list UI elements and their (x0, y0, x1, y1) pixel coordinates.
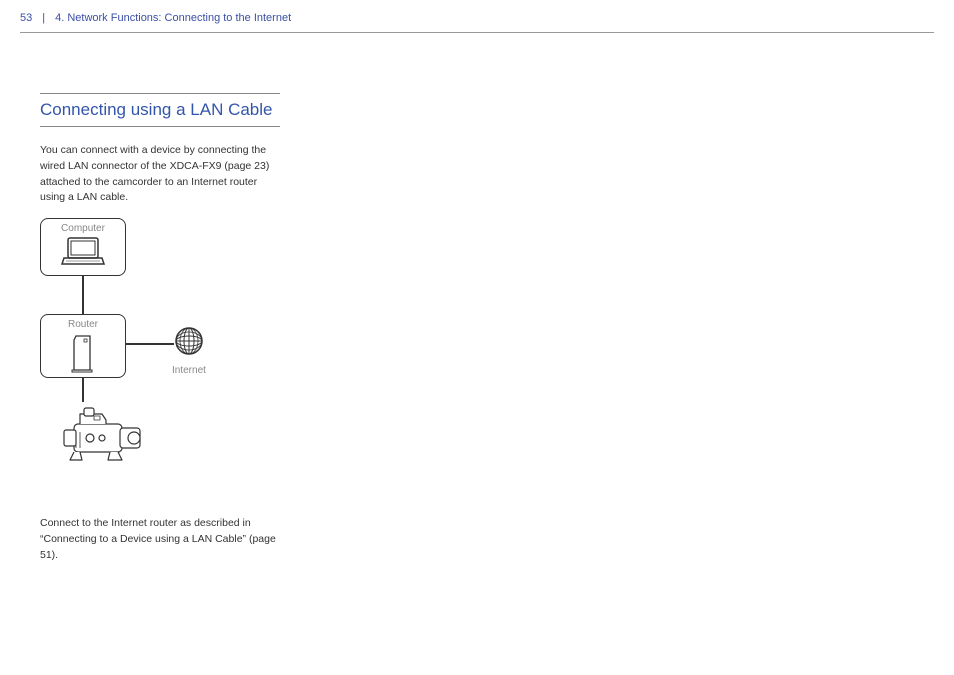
computer-box: Computer (40, 218, 126, 276)
router-label: Router (41, 319, 125, 330)
connector-line (126, 343, 174, 345)
outro-paragraph: Connect to the Internet router as descri… (40, 516, 280, 563)
section-title: Connecting using a LAN Cable (40, 93, 280, 127)
connector-line (82, 378, 84, 402)
connection-diagram: Computer Router (40, 218, 280, 508)
page-header: 53 | 4. Network Functions: Connecting to… (0, 0, 954, 32)
page-number: 53 (20, 12, 32, 24)
globe-icon (174, 326, 204, 356)
content-column: Connecting using a LAN Cable You can con… (0, 33, 280, 563)
laptop-icon (60, 236, 106, 268)
internet-node: Internet (172, 326, 206, 376)
computer-label: Computer (41, 223, 125, 234)
camcorder-icon (50, 402, 150, 472)
header-separator: | (42, 12, 45, 24)
connector-line (82, 276, 84, 314)
chapter-title: 4. Network Functions: Connecting to the … (55, 12, 291, 24)
router-box: Router (40, 314, 126, 378)
intro-paragraph: You can connect with a device by connect… (40, 143, 280, 206)
internet-label: Internet (172, 365, 206, 376)
router-icon (70, 332, 96, 374)
